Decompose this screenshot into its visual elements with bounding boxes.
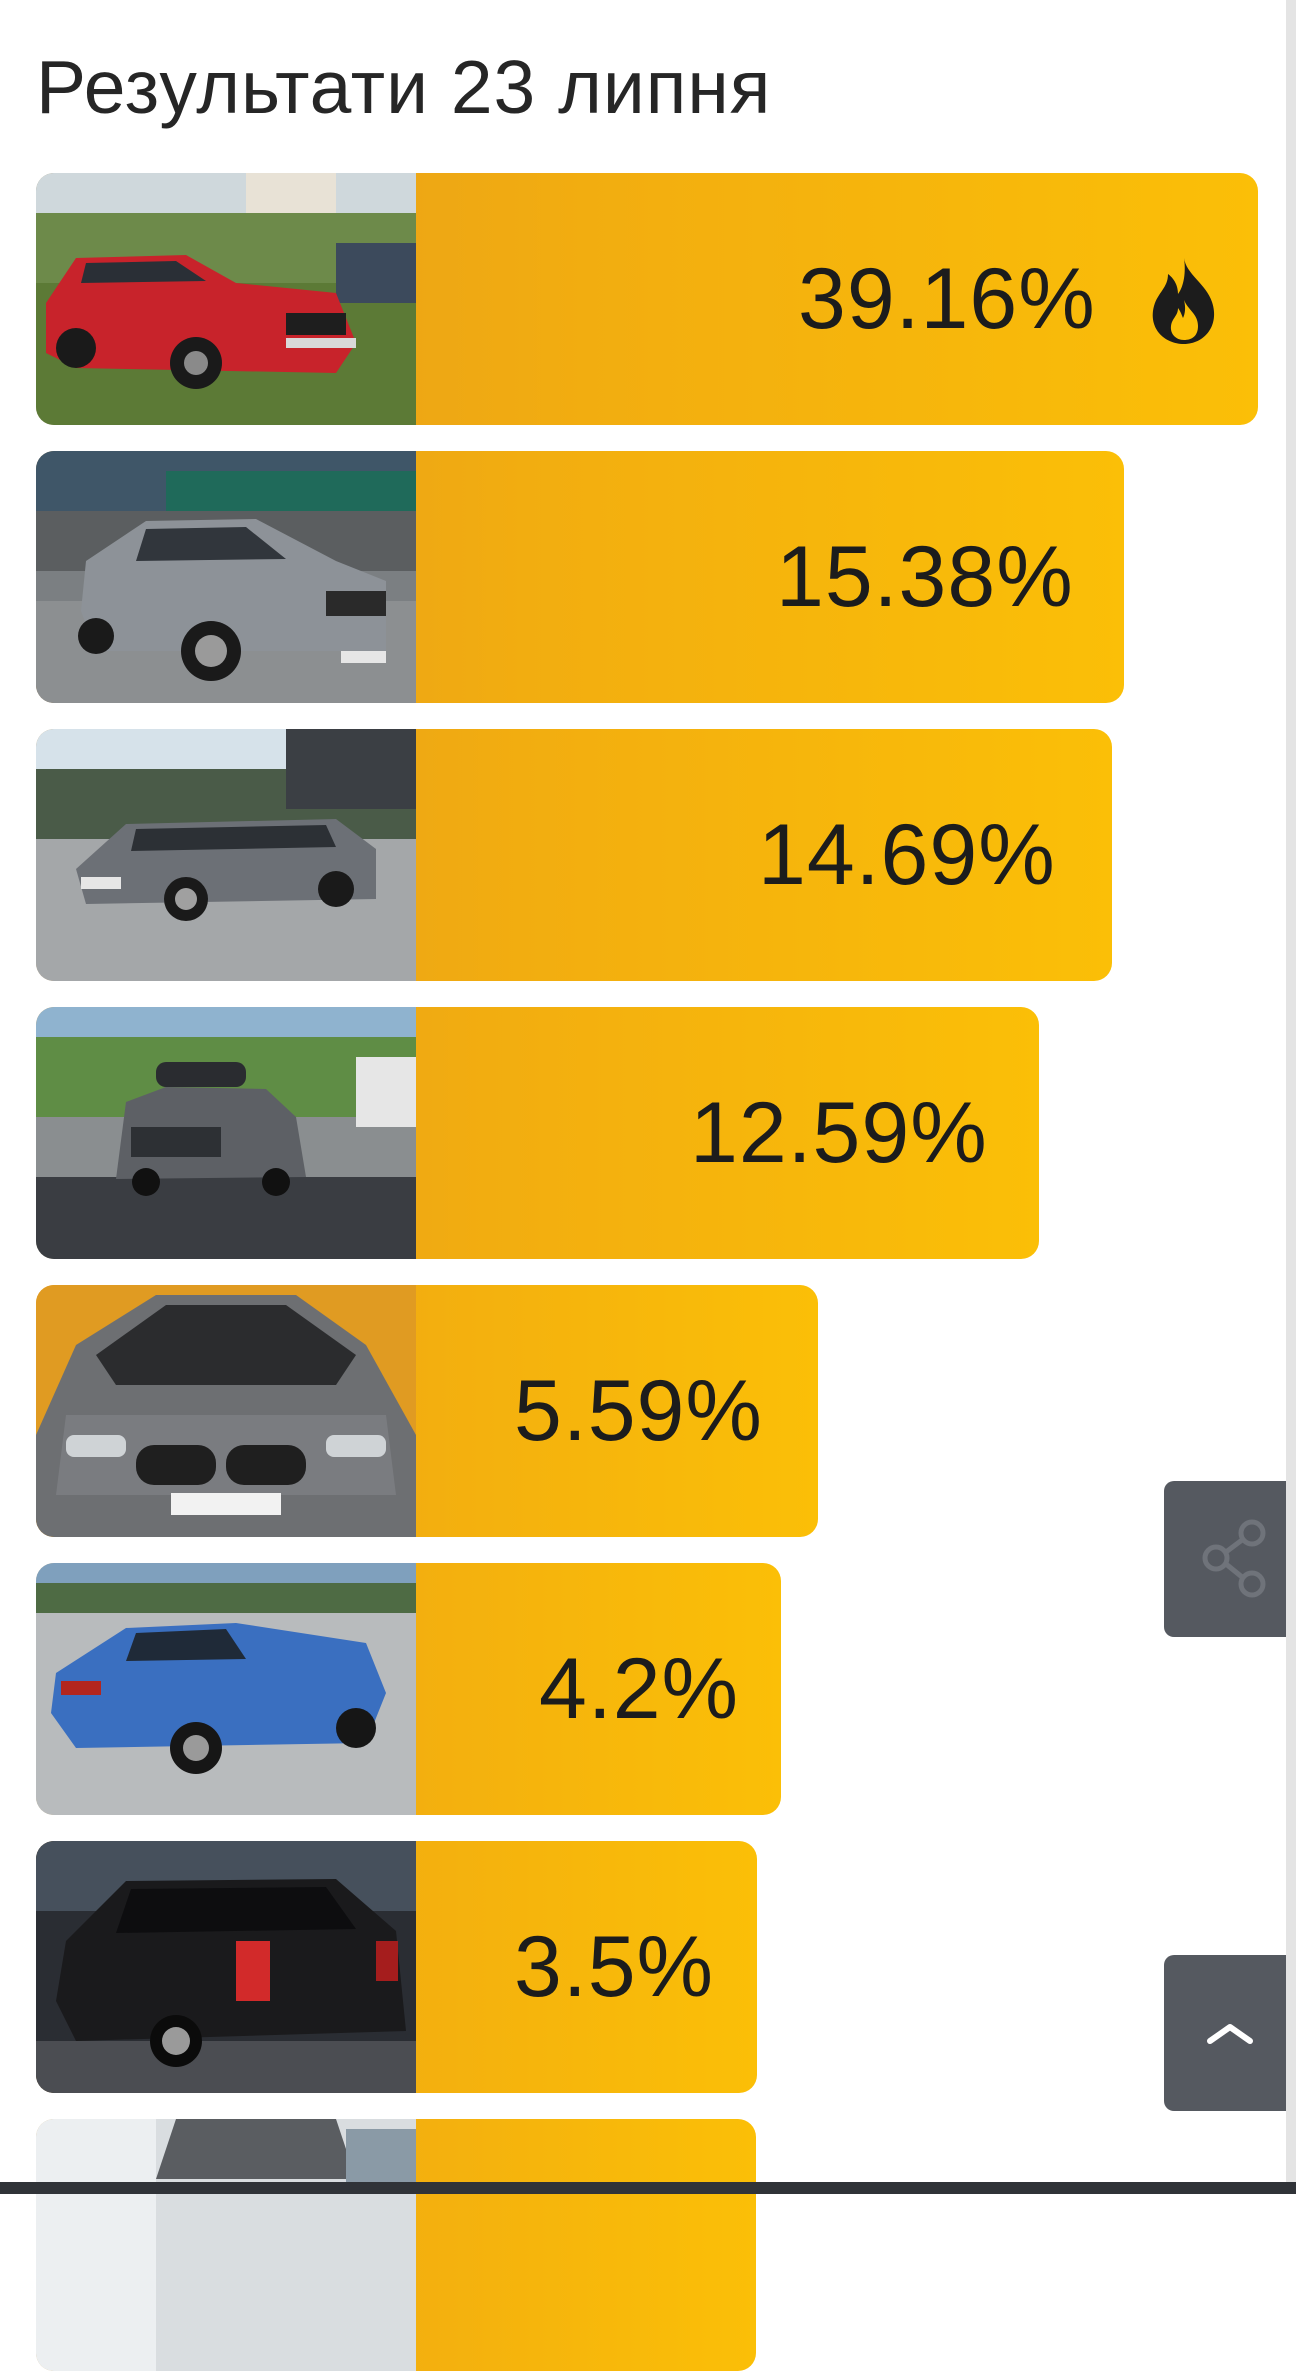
percent-label: 4.2% — [539, 1641, 740, 1737]
car-photo — [36, 1285, 416, 1537]
scrollbar-track — [1286, 0, 1296, 2194]
result-row[interactable]: 12.59% — [36, 1007, 1039, 1259]
car-photo — [36, 173, 416, 425]
scroll-top-button[interactable] — [1164, 1955, 1296, 2111]
result-row[interactable]: 3.5% — [36, 1841, 757, 2093]
percent-label: 15.38% — [776, 529, 1074, 625]
result-row[interactable]: 5.59% — [36, 1285, 818, 1537]
result-row[interactable]: 15.38% — [36, 451, 1124, 703]
percent-label: 39.16% — [798, 251, 1096, 347]
result-row[interactable]: 39.16% — [36, 173, 1258, 425]
car-photo — [36, 1007, 416, 1259]
percent-label: 5.59% — [514, 1363, 763, 1459]
bottom-bar — [0, 2182, 1296, 2194]
fire-icon — [1152, 258, 1215, 344]
car-photo — [36, 1563, 416, 1815]
car-photo — [36, 2119, 416, 2371]
percent-label: 3.5% — [514, 1919, 715, 2015]
percent-label: 14.69% — [758, 807, 1056, 903]
result-row[interactable] — [36, 2119, 756, 2371]
share-icon — [1202, 1519, 1266, 1598]
car-photo — [36, 729, 416, 981]
car-photo — [36, 451, 416, 703]
share-button[interactable] — [1164, 1481, 1296, 1637]
chevron-up-icon — [1207, 2024, 1253, 2044]
car-photo — [36, 1841, 416, 2093]
result-row[interactable]: 14.69% — [36, 729, 1112, 981]
results-list: 39.16% 15.38% 14.69% 12.59% 5.59% 4.2% 3… — [0, 0, 1296, 2371]
result-row[interactable]: 4.2% — [36, 1563, 781, 1815]
percent-label: 12.59% — [690, 1085, 988, 1181]
